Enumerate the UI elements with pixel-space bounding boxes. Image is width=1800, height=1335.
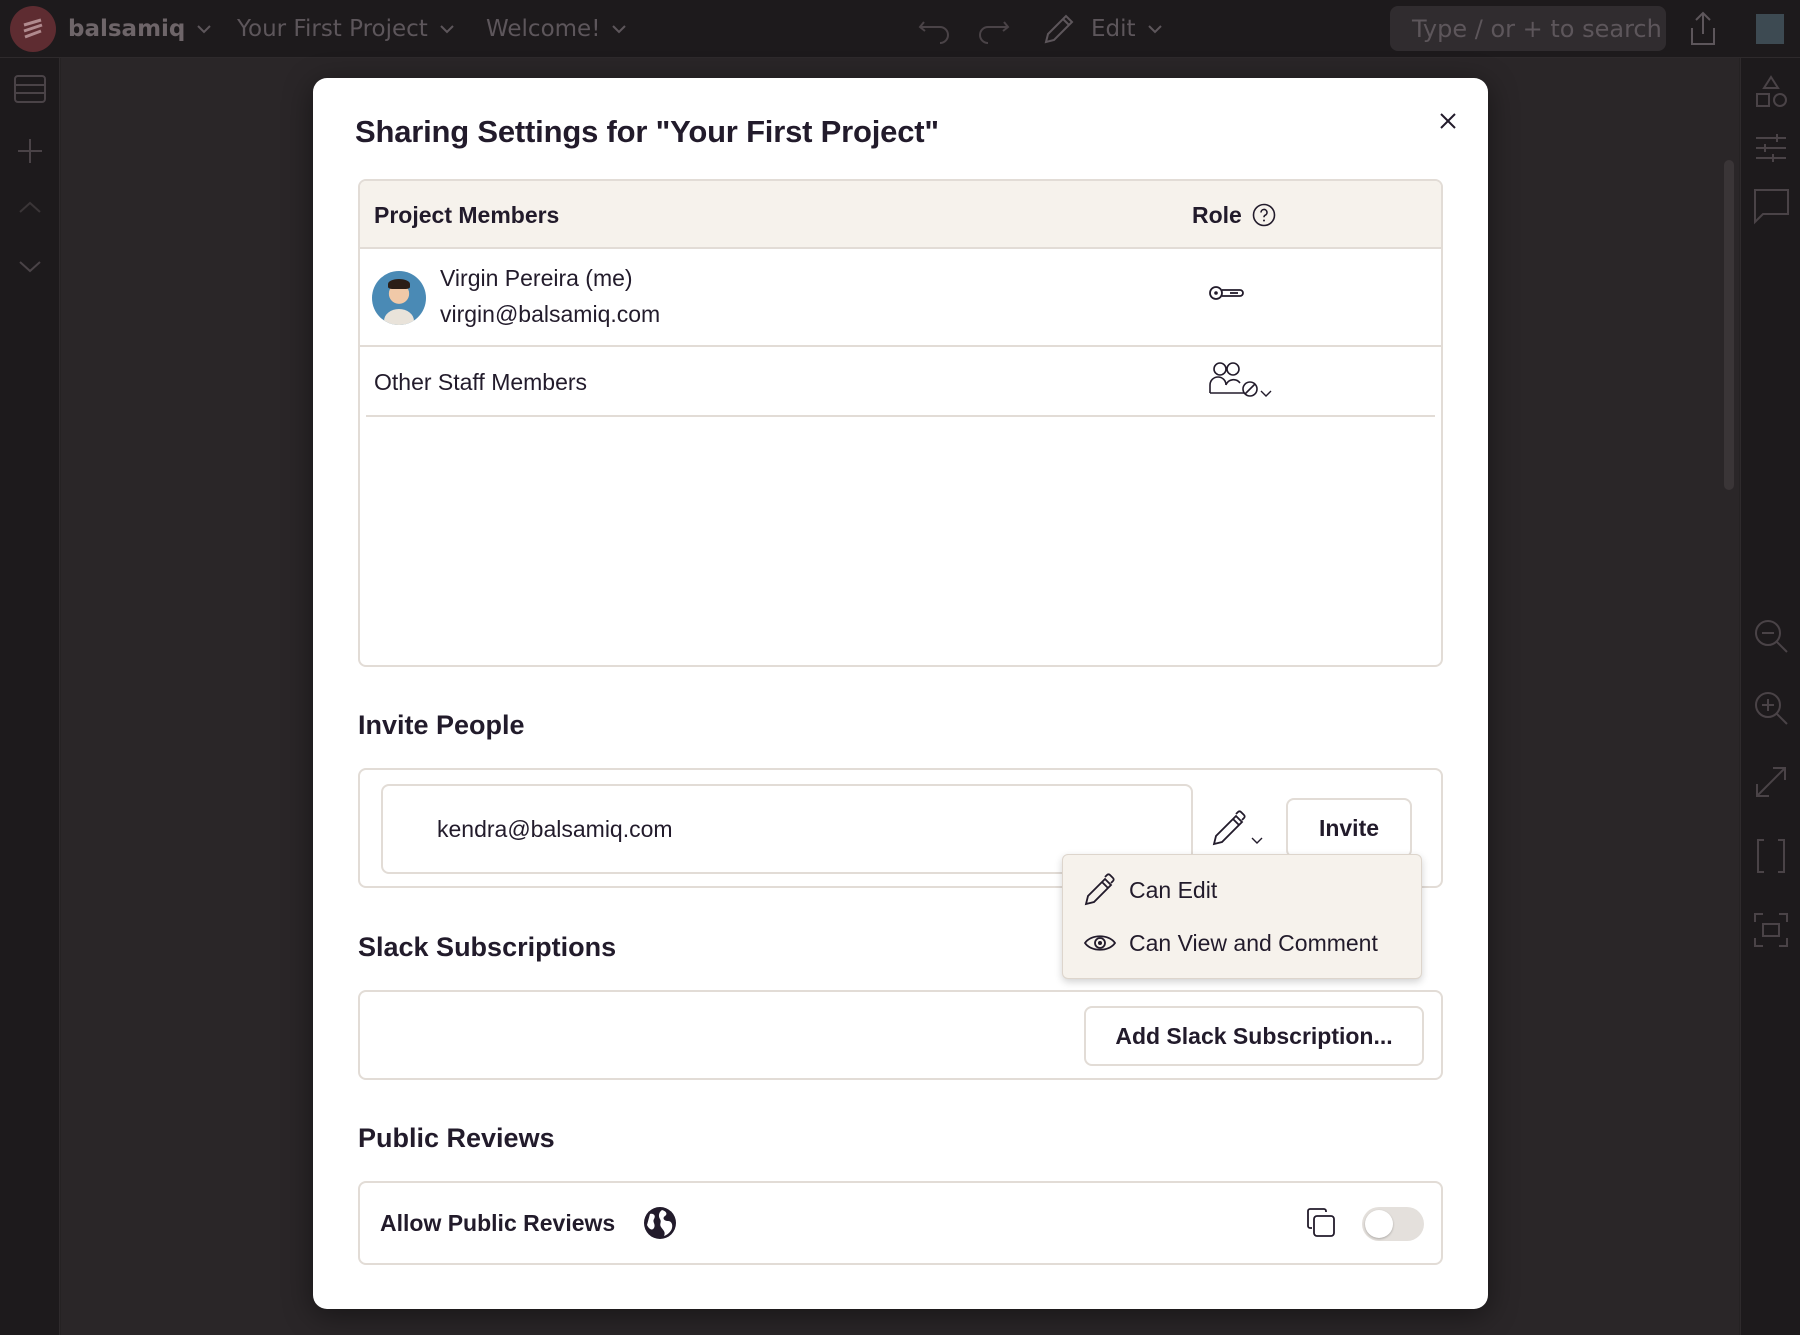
menu-item-can-edit[interactable]: Can Edit bbox=[1063, 864, 1423, 916]
left-toolbar bbox=[0, 58, 60, 1335]
role-dropdown-menu: Can Edit Can View and Comment bbox=[1062, 854, 1422, 979]
close-icon[interactable] bbox=[1433, 106, 1463, 136]
public-reviews-section-title: Public Reviews bbox=[358, 1123, 555, 1153]
share-upload-icon[interactable] bbox=[1686, 10, 1720, 48]
slack-subscriptions-panel: Add Slack Subscription... bbox=[358, 990, 1443, 1080]
role-column-header: Role bbox=[1192, 181, 1276, 249]
project-name: Your First Project bbox=[237, 16, 428, 42]
fit-brackets-icon[interactable] bbox=[1755, 838, 1787, 874]
menu-item-label: Can View and Comment bbox=[1129, 929, 1378, 956]
add-slack-subscription-button[interactable]: Add Slack Subscription... bbox=[1084, 1006, 1424, 1066]
copy-link-icon[interactable] bbox=[1304, 1206, 1338, 1240]
table-header: Project Members Role bbox=[360, 181, 1441, 249]
sharing-settings-dialog: Sharing Settings for "Your First Project… bbox=[313, 78, 1488, 1309]
chevron-down-icon bbox=[612, 25, 627, 34]
page-menu[interactable]: Welcome! bbox=[486, 0, 627, 58]
public-reviews-toggle[interactable] bbox=[1362, 1207, 1424, 1241]
slack-section-title: Slack Subscriptions bbox=[358, 932, 617, 962]
comments-icon[interactable] bbox=[1751, 186, 1791, 226]
toggle-knob bbox=[1365, 1210, 1393, 1238]
members-column-header: Project Members bbox=[374, 201, 560, 228]
dialog-title: Sharing Settings for "Your First Project… bbox=[355, 114, 939, 149]
role-header-label: Role bbox=[1192, 201, 1242, 228]
frame-select-icon[interactable] bbox=[1753, 912, 1789, 948]
allow-public-reviews-label: Allow Public Reviews bbox=[380, 1209, 616, 1236]
staff-members-label: Other Staff Members bbox=[374, 368, 588, 395]
menu-item-label: Can Edit bbox=[1129, 876, 1218, 903]
balsamiq-logo-icon[interactable] bbox=[10, 6, 56, 52]
user-avatar[interactable] bbox=[1756, 14, 1784, 44]
chevron-down-icon bbox=[440, 25, 454, 34]
top-toolbar: balsamiq Your First Project Welcome! Edi… bbox=[0, 0, 1800, 58]
redo-icon[interactable] bbox=[976, 14, 1010, 44]
zoom-out-icon[interactable] bbox=[1753, 618, 1789, 654]
eye-icon bbox=[1083, 935, 1117, 951]
right-toolbar bbox=[1740, 58, 1800, 1335]
avatar bbox=[372, 271, 426, 325]
shapes-icon[interactable] bbox=[1753, 74, 1789, 110]
search-input[interactable]: Type / or + to search bbox=[1390, 6, 1666, 51]
mode-menu[interactable]: Edit bbox=[1091, 0, 1162, 58]
member-name: Virgin Pereira (me) bbox=[440, 265, 633, 291]
edit-pencil-icon bbox=[1044, 14, 1074, 44]
project-members-table: Project Members Role Virgin Pereira (me)… bbox=[358, 179, 1443, 667]
owner-key-icon bbox=[1209, 286, 1244, 300]
page-name: Welcome! bbox=[486, 16, 601, 42]
table-row: Virgin Pereira (me) virgin@balsamiq.com bbox=[360, 249, 1441, 347]
chevron-down-icon[interactable] bbox=[18, 260, 42, 274]
brand-menu[interactable]: balsamiq bbox=[68, 0, 212, 58]
role-picker-pencil-icon[interactable] bbox=[1210, 808, 1268, 848]
table-row: Other Staff Members bbox=[366, 347, 1435, 417]
globe-icon bbox=[644, 1207, 676, 1239]
invite-section-title: Invite People bbox=[358, 710, 525, 740]
public-reviews-panel: Allow Public Reviews bbox=[358, 1181, 1443, 1265]
zoom-in-icon[interactable] bbox=[1753, 690, 1789, 726]
vertical-scrollbar[interactable] bbox=[1724, 160, 1734, 490]
fullscreen-arrows-icon[interactable] bbox=[1753, 764, 1789, 800]
project-menu[interactable]: Your First Project bbox=[237, 0, 454, 58]
staff-no-access-role-icon[interactable] bbox=[1208, 361, 1274, 401]
menu-item-can-view-and-comment[interactable]: Can View and Comment bbox=[1063, 917, 1423, 969]
pencil-icon bbox=[1084, 873, 1115, 906]
undo-icon[interactable] bbox=[918, 14, 952, 44]
add-icon[interactable] bbox=[15, 136, 45, 166]
chevron-down-icon bbox=[1147, 25, 1162, 34]
properties-sliders-icon[interactable] bbox=[1753, 130, 1789, 166]
help-circle-icon[interactable] bbox=[1252, 203, 1276, 227]
member-email: virgin@balsamiq.com bbox=[440, 301, 661, 327]
brand-label: balsamiq bbox=[68, 16, 186, 42]
chevron-down-icon bbox=[197, 25, 212, 34]
invite-button[interactable]: Invite bbox=[1286, 798, 1412, 858]
chevron-up-icon[interactable] bbox=[18, 200, 42, 214]
mode-label: Edit bbox=[1091, 16, 1136, 42]
wireframes-list-icon[interactable] bbox=[13, 72, 47, 106]
